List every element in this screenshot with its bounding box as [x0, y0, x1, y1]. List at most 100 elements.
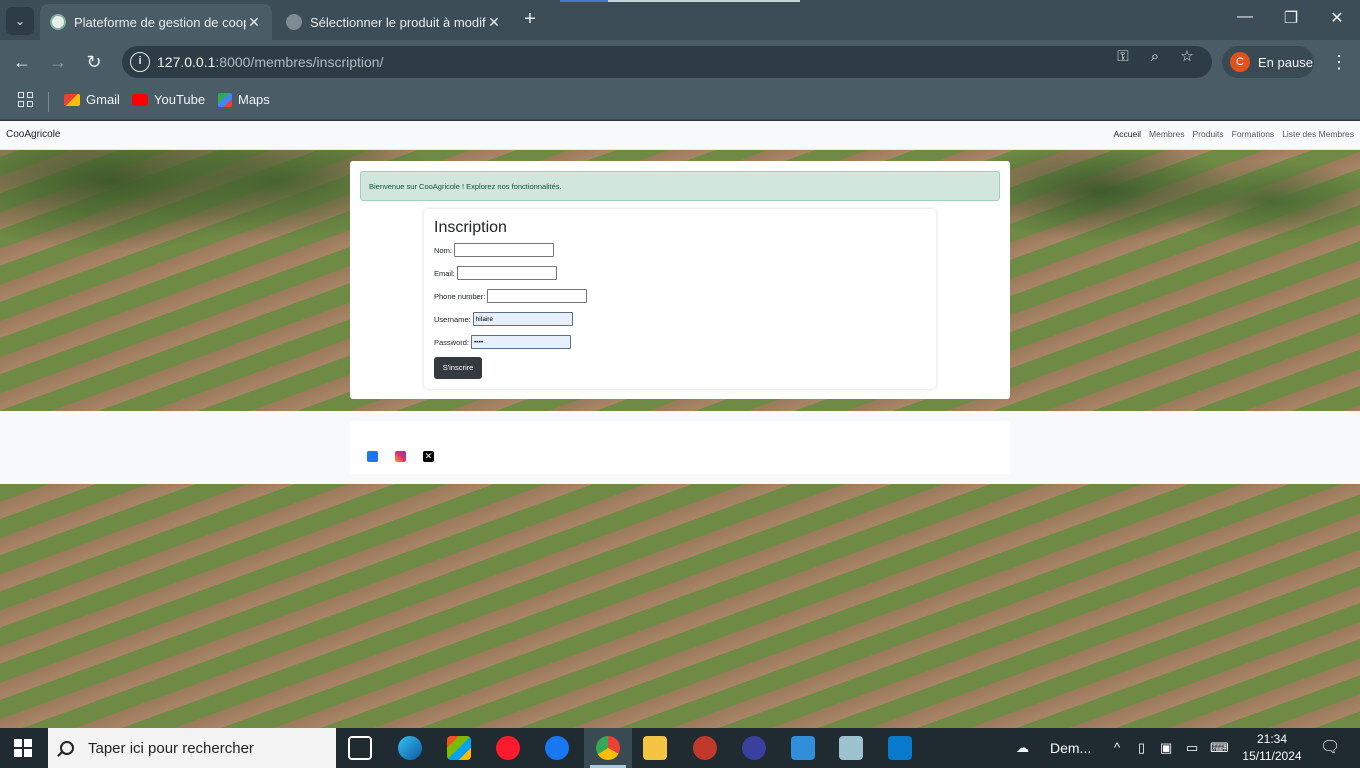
url-text: 127.0.0.1:8000/membres/inscription/: [157, 54, 384, 70]
nav-links: Accueil Membres Produits Formations List…: [1114, 129, 1354, 139]
field-email: Email:: [434, 266, 557, 280]
tab-title: Sélectionner le produit à modifi: [310, 14, 486, 30]
welcome-alert: Bienvenue sur CooAgricole ! Explorez nos…: [360, 171, 1000, 201]
tray-device-icon[interactable]: ▯: [1138, 740, 1145, 756]
nav-link-membres[interactable]: Membres: [1149, 129, 1184, 139]
x-icon[interactable]: ✕: [423, 451, 434, 462]
footer-card: ✕: [350, 421, 1010, 474]
field-phone: Phone number:: [434, 289, 588, 303]
field-label: Phone number:: [434, 291, 486, 301]
tray-chevron-icon[interactable]: ^: [1114, 740, 1120, 755]
globe-icon: [286, 14, 302, 30]
field-label: Nom:: [434, 245, 452, 255]
back-icon[interactable]: ←: [10, 50, 34, 74]
gmail-icon: [64, 93, 80, 106]
main-content-card: Bienvenue sur CooAgricole ! Explorez nos…: [350, 161, 1010, 399]
network-icon[interactable]: ▭: [1186, 740, 1198, 756]
tab-title: Plateforme de gestion de coopé: [74, 14, 246, 30]
bookmark-gmail[interactable]: Gmail: [64, 92, 120, 107]
zoom-icon[interactable]: ⌕: [1145, 47, 1165, 67]
tab-active[interactable]: Plateforme de gestion de coopé ✕: [40, 4, 272, 40]
loading-bar: [560, 0, 800, 2]
app-icon[interactable]: [839, 736, 863, 760]
forward-icon[interactable]: →: [46, 50, 70, 74]
submit-button[interactable]: S'inscrire: [434, 357, 482, 379]
keyboard-icon[interactable]: ⌨: [1210, 740, 1229, 756]
field-label: Password:: [434, 337, 470, 347]
nav-link-accueil[interactable]: Accueil: [1114, 129, 1141, 139]
task-view-icon[interactable]: [348, 736, 372, 760]
facebook-icon[interactable]: [367, 451, 378, 462]
address-bar[interactable]: i 127.0.0.1:8000/membres/inscription/: [122, 46, 1212, 78]
clock[interactable]: 21:34 15/11/2024: [1238, 731, 1306, 765]
instagram-icon[interactable]: [395, 451, 406, 462]
bookmark-star-icon[interactable]: ☆: [1177, 47, 1197, 67]
mail-icon[interactable]: [791, 736, 815, 760]
minimize-icon[interactable]: —: [1233, 8, 1257, 26]
bookmarks-bar: Gmail YouTube Maps: [0, 84, 1360, 120]
tray-camera-icon[interactable]: ▣: [1160, 740, 1172, 756]
taskbar-search[interactable]: Taper ici pour rechercher: [48, 728, 336, 768]
youtube-icon: [132, 93, 148, 106]
close-window-icon[interactable]: ✕: [1325, 8, 1349, 28]
apps-grid-icon[interactable]: [18, 92, 34, 108]
signup-form: Inscription Nom: Email: Phone number: Us…: [424, 209, 936, 389]
store-icon[interactable]: [447, 736, 471, 760]
reload-icon[interactable]: ↻: [82, 50, 106, 74]
form-title: Inscription: [434, 219, 507, 236]
web-page: CooAgricole Accueil Membres Produits For…: [0, 121, 1360, 728]
email-input[interactable]: [456, 266, 557, 280]
password-input[interactable]: ••••: [471, 335, 572, 349]
bookmarks-divider: [48, 92, 49, 112]
search-icon: [60, 741, 74, 755]
site-brand[interactable]: CooAgricole: [6, 129, 60, 140]
facebook-app-icon[interactable]: [545, 736, 569, 760]
vscode-icon[interactable]: [888, 736, 912, 760]
weather-icon[interactable]: ☁: [1016, 740, 1029, 756]
nom-input[interactable]: [453, 243, 554, 257]
browser-toolbar: ← → ↻ i 127.0.0.1:8000/membres/inscripti…: [0, 40, 1360, 84]
new-tab-button[interactable]: +: [518, 8, 542, 31]
site-info-icon[interactable]: i: [130, 52, 150, 72]
field-label: Username:: [434, 314, 471, 324]
browser-menu-icon[interactable]: ⋮: [1330, 50, 1348, 74]
tab-inactive[interactable]: Sélectionner le produit à modifi ✕: [276, 4, 512, 40]
footer: ✕: [0, 411, 1360, 484]
taskbar: Taper ici pour rechercher ☁ Dem... ^ ▯ ▣…: [0, 728, 1360, 768]
time: 21:34: [1256, 732, 1288, 746]
username-input[interactable]: hilaire: [472, 312, 573, 326]
windows-start-icon[interactable]: [14, 739, 32, 757]
nav-link-formations[interactable]: Formations: [1232, 129, 1275, 139]
site-favicon-icon: [50, 14, 66, 30]
notifications-icon[interactable]: 🗨: [1320, 737, 1340, 757]
field-password: Password: ••••: [434, 335, 572, 349]
game-app-icon[interactable]: [693, 736, 717, 760]
password-key-icon[interactable]: ⚿: [1113, 47, 1133, 67]
opera-icon[interactable]: [496, 736, 520, 760]
browser-tab-strip: ⌄ Plateforme de gestion de coopé ✕ Sélec…: [0, 0, 1360, 40]
profile-label: En pause: [1258, 54, 1313, 70]
field-nom: Nom:: [434, 243, 554, 257]
field-username: Username: hilaire: [434, 312, 573, 326]
search-placeholder: Taper ici pour rechercher: [88, 739, 254, 757]
close-tab-icon[interactable]: ✕: [486, 14, 502, 31]
file-explorer-icon[interactable]: [643, 736, 667, 760]
nav-link-produits[interactable]: Produits: [1192, 129, 1223, 139]
field-label: Email:: [434, 268, 455, 278]
bookmark-maps[interactable]: Maps: [218, 92, 270, 107]
close-tab-icon[interactable]: ✕: [246, 14, 262, 31]
app-icon[interactable]: [742, 736, 766, 760]
edge-icon[interactable]: [398, 736, 422, 760]
restore-icon[interactable]: ❐: [1279, 8, 1303, 28]
maps-icon: [218, 92, 232, 107]
bookmark-youtube[interactable]: YouTube: [132, 92, 205, 107]
phone-input[interactable]: [487, 289, 588, 303]
chrome-icon[interactable]: [596, 736, 620, 760]
weather-label[interactable]: Dem...: [1050, 740, 1091, 756]
tab-search-button[interactable]: ⌄: [6, 7, 34, 35]
nav-link-liste-membres[interactable]: Liste des Membres: [1282, 129, 1354, 139]
profile-button[interactable]: C En pause: [1222, 46, 1314, 78]
avatar: C: [1230, 52, 1250, 72]
date: 15/11/2024: [1242, 749, 1302, 763]
site-navbar: CooAgricole Accueil Membres Produits For…: [0, 121, 1360, 150]
